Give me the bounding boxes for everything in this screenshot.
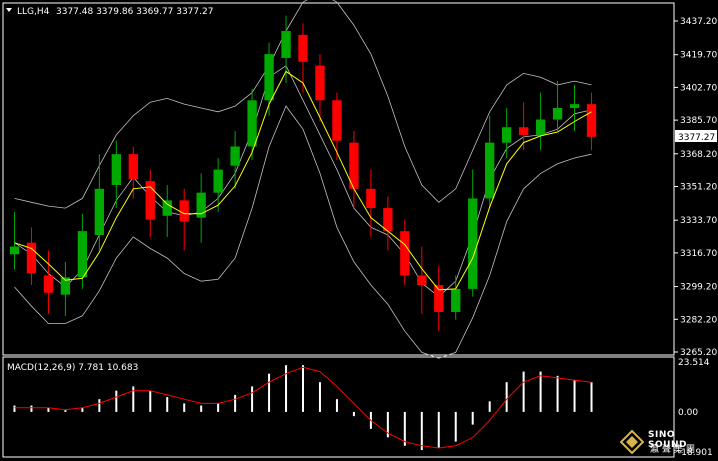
macd-bar — [539, 371, 542, 412]
macd-bar — [285, 365, 288, 412]
candle-body — [298, 34, 308, 62]
macd-bar — [234, 394, 237, 412]
macd-bar — [98, 399, 101, 412]
ma-line — [14, 70, 592, 291]
candle-body — [366, 188, 376, 209]
candle-body — [315, 65, 325, 101]
macd-bar — [505, 382, 508, 412]
macd-bar — [556, 375, 559, 412]
candle-body — [535, 119, 546, 135]
moving-average — [14, 70, 592, 291]
price-tick-label: 3265.20 — [680, 348, 717, 358]
candle-body — [264, 54, 274, 101]
candle-body — [128, 154, 138, 180]
sino-sound-logo: SINO SOUND 瀛聲集團 — [618, 428, 714, 458]
macd-bar — [318, 382, 321, 412]
macd-bar — [573, 380, 576, 412]
candle-body — [162, 200, 172, 216]
logo-emblem-icon — [620, 430, 644, 454]
candle-body — [485, 142, 495, 199]
price-tick-label: 3299.20 — [680, 283, 717, 293]
candle-body — [417, 275, 427, 286]
candle-body — [451, 288, 461, 312]
price-axis: 3437.20 3419.70 3402.70 3385.70 3368.20 3351.… — [674, 17, 717, 358]
candle-body — [552, 107, 563, 120]
price-tick-label: 3351.20 — [680, 183, 717, 193]
candle-body — [332, 100, 342, 141]
macd-bar — [115, 390, 118, 412]
candle-body — [247, 100, 257, 147]
macd-bar — [200, 405, 203, 412]
macd-bar — [217, 403, 220, 412]
macd-bar — [30, 405, 33, 412]
candle-body — [9, 246, 20, 255]
macd-bar — [302, 365, 304, 412]
candle-body — [518, 127, 529, 135]
candle-body — [400, 231, 410, 276]
macd-bar — [149, 390, 152, 412]
candle-body — [179, 200, 189, 222]
macd-histogram — [13, 365, 593, 451]
macd-bar — [437, 411, 440, 448]
candle-body — [281, 31, 291, 58]
candle-body — [569, 104, 580, 108]
macd-bar — [488, 401, 491, 412]
candle-body — [94, 188, 105, 235]
price-panel-frame — [2, 2, 675, 356]
candle-body — [43, 275, 54, 293]
current-price-label: 3377.27 — [678, 133, 715, 143]
price-tick-label: 3402.70 — [680, 83, 717, 93]
candle-body — [383, 208, 393, 232]
macd-bar — [590, 382, 593, 412]
macd-tick-label: 0.00 — [678, 408, 698, 418]
macd-bar — [420, 411, 423, 451]
chevron-down-icon[interactable] — [6, 8, 12, 12]
macd-bar — [471, 411, 474, 425]
macd-bar — [454, 411, 457, 442]
macd-bar — [522, 371, 525, 412]
candle-body — [77, 231, 88, 278]
price-tick-label: 3333.70 — [680, 216, 717, 226]
price-tick-label: 3419.70 — [680, 51, 717, 61]
middle-band — [14, 65, 592, 298]
symbol-label: LLG,H4 — [17, 7, 50, 17]
macd-bar — [352, 411, 355, 417]
price-tick-label: 3316.70 — [680, 249, 717, 259]
candle-body — [586, 104, 597, 137]
ohlc-readout: 3377.48 3379.86 3369.77 3377.27 — [56, 7, 213, 17]
logo-chinese: 瀛聲集團 — [650, 445, 699, 455]
macd-bar — [13, 405, 16, 412]
macd-bar — [251, 386, 254, 412]
candle-body — [111, 154, 121, 185]
trading-chart[interactable]: LLG,H4 3377.48 3379.86 3369.77 3377.27 3… — [0, 0, 718, 461]
macd-bar — [166, 397, 169, 412]
price-tick-label: 3385.70 — [680, 116, 717, 126]
candle-body — [213, 169, 223, 193]
macd-bar — [183, 403, 186, 412]
macd-tick-label: 23.514 — [678, 358, 710, 368]
candles — [9, 15, 597, 332]
price-tick-label: 3368.20 — [680, 150, 717, 160]
price-tick-label: 3282.20 — [680, 315, 717, 325]
macd-bar — [335, 399, 338, 412]
candle-body — [501, 127, 512, 143]
candle-body — [230, 146, 240, 166]
macd-bar — [268, 373, 271, 412]
price-tick-label: 3437.20 — [680, 17, 717, 27]
candle-body — [468, 198, 478, 289]
macd-label: MACD(12,26,9) 7.781 10.683 — [7, 363, 138, 373]
